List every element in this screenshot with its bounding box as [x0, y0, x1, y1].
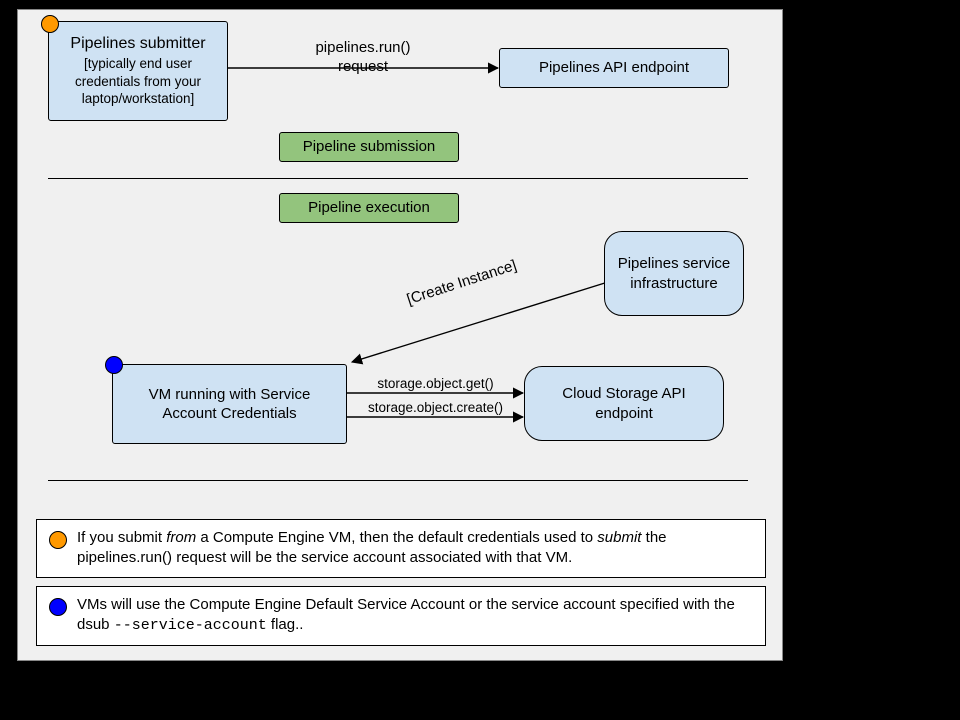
- edge-create-instance-label: [Create Instance]: [375, 247, 548, 319]
- divider-1: [48, 178, 748, 179]
- note-orange: If you submit from a Compute Engine VM, …: [36, 519, 766, 578]
- note-orange-dot: [49, 531, 67, 549]
- phase-execution: Pipeline execution: [279, 193, 459, 223]
- edge-run-label: pipelines.run() request: [283, 39, 443, 77]
- note-blue-dot: [49, 598, 67, 616]
- submitter-subtitle: [typically end user credentials from you…: [49, 55, 227, 108]
- divider-2: [48, 480, 748, 481]
- edge-storage-create-label: storage.object.create(): [348, 400, 523, 417]
- marker-blue: [105, 356, 123, 374]
- note-blue: VMs will use the Compute Engine Default …: [36, 586, 766, 646]
- submitter-title: Pipelines submitter: [70, 34, 205, 55]
- phase-submission: Pipeline submission: [279, 132, 459, 162]
- box-vm: VM running with Service Account Credenti…: [112, 364, 347, 444]
- box-service-infra: Pipelines service infrastructure: [604, 231, 744, 316]
- box-api-endpoint: Pipelines API endpoint: [499, 48, 729, 88]
- box-pipelines-submitter: Pipelines submitter [typically end user …: [48, 21, 228, 121]
- edge-storage-get-label: storage.object.get(): [348, 376, 523, 393]
- marker-orange: [41, 15, 59, 33]
- box-storage-endpoint: Cloud Storage API endpoint: [524, 366, 724, 441]
- diagram-canvas: Pipelines submitter [typically end user …: [17, 9, 783, 661]
